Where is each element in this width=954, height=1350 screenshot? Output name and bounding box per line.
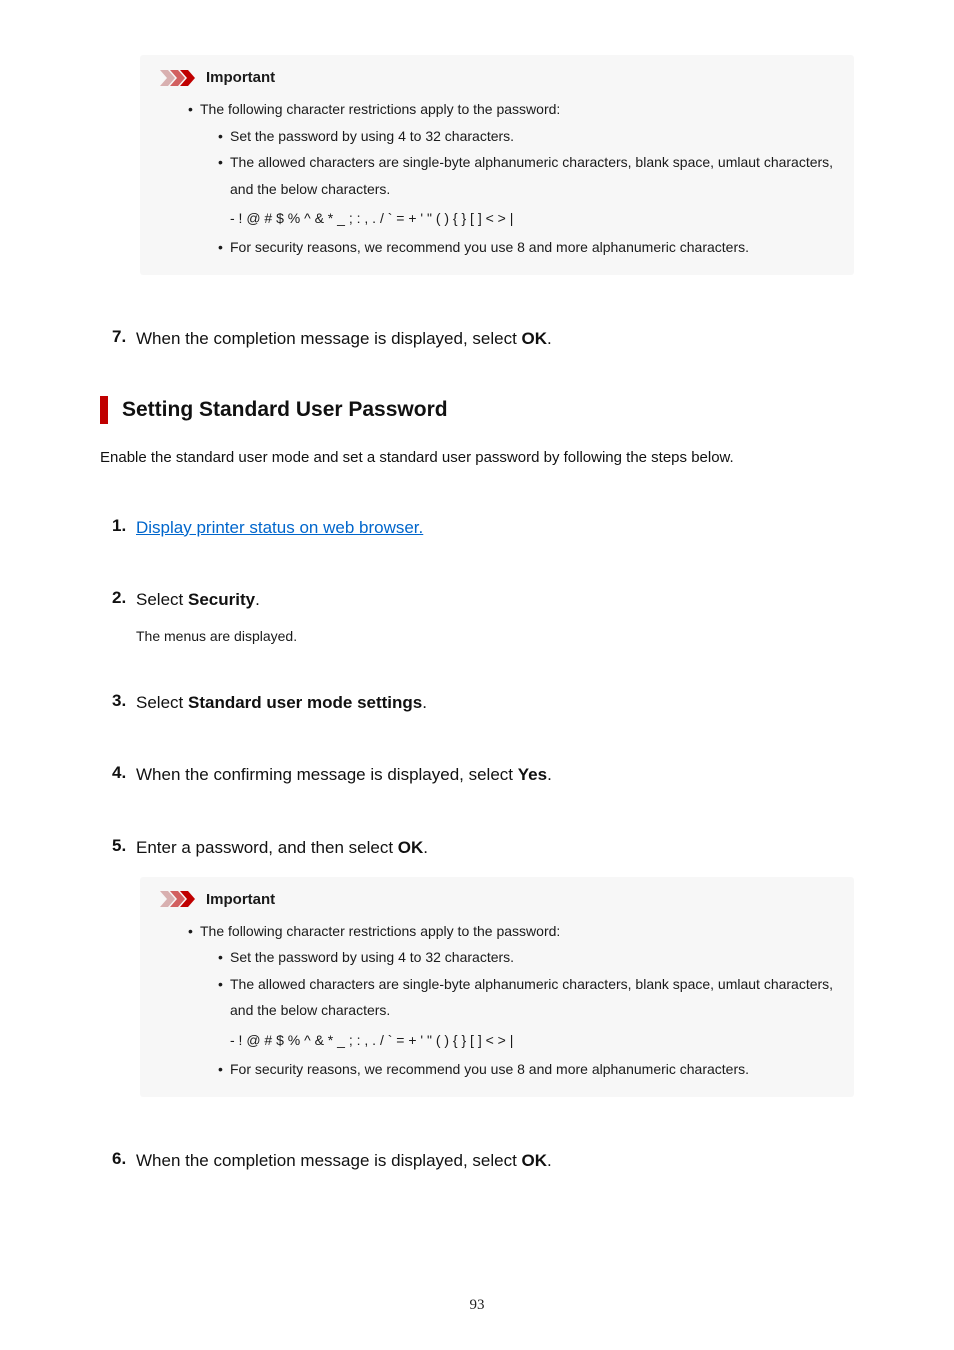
step-3-text: Select Standard user mode settings. — [136, 691, 427, 716]
step-3: 3. Select Standard user mode settings. — [112, 691, 854, 716]
step-5-num: 5. — [112, 836, 136, 861]
page-number: 93 — [0, 1297, 954, 1314]
step-6-num: 6. — [112, 1149, 136, 1174]
callout1-chars: - ! @ # $ % ^ & * _ ; : , . / ` = + ' " … — [230, 204, 834, 232]
step-3-num: 3. — [112, 691, 136, 716]
chevron-icon — [160, 891, 200, 907]
section-title: Setting Standard User Password — [122, 398, 448, 422]
step-2-num: 2. — [112, 588, 136, 613]
callout-header-2: Important — [160, 891, 834, 908]
step-5-post: . — [423, 838, 428, 857]
step-5: 5. Enter a password, and then select OK. — [112, 836, 854, 861]
step-4-num: 4. — [112, 763, 136, 788]
important-label: Important — [206, 69, 275, 86]
callout2-b2: The allowed characters are single-byte a… — [218, 971, 834, 1024]
step-3-bold: Standard user mode settings — [188, 693, 422, 712]
step-6-bold: OK — [522, 1151, 548, 1170]
step-3-pre: Select — [136, 693, 188, 712]
step-4-post: . — [547, 765, 552, 784]
step-5-text: Enter a password, and then select OK. — [136, 836, 428, 861]
section-heading: Setting Standard User Password — [100, 396, 854, 424]
step-4: 4. When the confirming message is displa… — [112, 763, 854, 788]
callout2-chars: - ! @ # $ % ^ & * _ ; : , . / ` = + ' " … — [230, 1026, 834, 1054]
display-printer-status-link[interactable]: Display printer status on web browser. — [136, 518, 423, 537]
step-6: 6. When the completion message is displa… — [112, 1149, 854, 1174]
callout1-b1: Set the password by using 4 to 32 charac… — [218, 123, 834, 150]
step-7-bold: OK — [522, 329, 548, 348]
callout2-b1: Set the password by using 4 to 32 charac… — [218, 944, 834, 971]
important-callout-1: Important The following character restri… — [140, 55, 854, 275]
step-2-bold: Security — [188, 590, 255, 609]
step-2-pre: Select — [136, 590, 188, 609]
step-2-text: Select Security. — [136, 588, 260, 613]
important-label-2: Important — [206, 891, 275, 908]
step-7-num: 7. — [112, 327, 136, 352]
step-1: 1. Display printer status on web browser… — [112, 516, 854, 541]
step-6-post: . — [547, 1151, 552, 1170]
step-2: 2. Select Security. — [112, 588, 854, 613]
step-7: 7. When the completion message is displa… — [112, 327, 854, 352]
section-intro: Enable the standard user mode and set a … — [100, 446, 854, 470]
step-6-text: When the completion message is displayed… — [136, 1149, 552, 1174]
step-1-num: 1. — [112, 516, 136, 541]
important-callout-2: Important The following character restri… — [140, 877, 854, 1097]
step-7-text: When the completion message is displayed… — [136, 327, 552, 352]
callout1-b2: The allowed characters are single-byte a… — [218, 149, 834, 202]
chevron-icon — [160, 70, 200, 86]
step-4-text: When the confirming message is displayed… — [136, 763, 552, 788]
callout1-b3: For security reasons, we recommend you u… — [218, 234, 834, 261]
callout2-b3: For security reasons, we recommend you u… — [218, 1056, 834, 1083]
step-6-pre: When the completion message is displayed… — [136, 1151, 522, 1170]
step-2-post: . — [255, 590, 260, 609]
step-5-bold: OK — [398, 838, 424, 857]
step-2-sub: The menus are displayed. — [136, 625, 854, 649]
step-5-pre: Enter a password, and then select — [136, 838, 398, 857]
step-4-bold: Yes — [518, 765, 547, 784]
callout1-intro: The following character restrictions app… — [188, 96, 834, 123]
step-4-pre: When the confirming message is displayed… — [136, 765, 518, 784]
red-bar-icon — [100, 396, 108, 424]
callout2-intro: The following character restrictions app… — [188, 918, 834, 945]
step-7-pre: When the completion message is displayed… — [136, 329, 522, 348]
callout-header: Important — [160, 69, 834, 86]
step-7-post: . — [547, 329, 552, 348]
step-3-post: . — [422, 693, 427, 712]
